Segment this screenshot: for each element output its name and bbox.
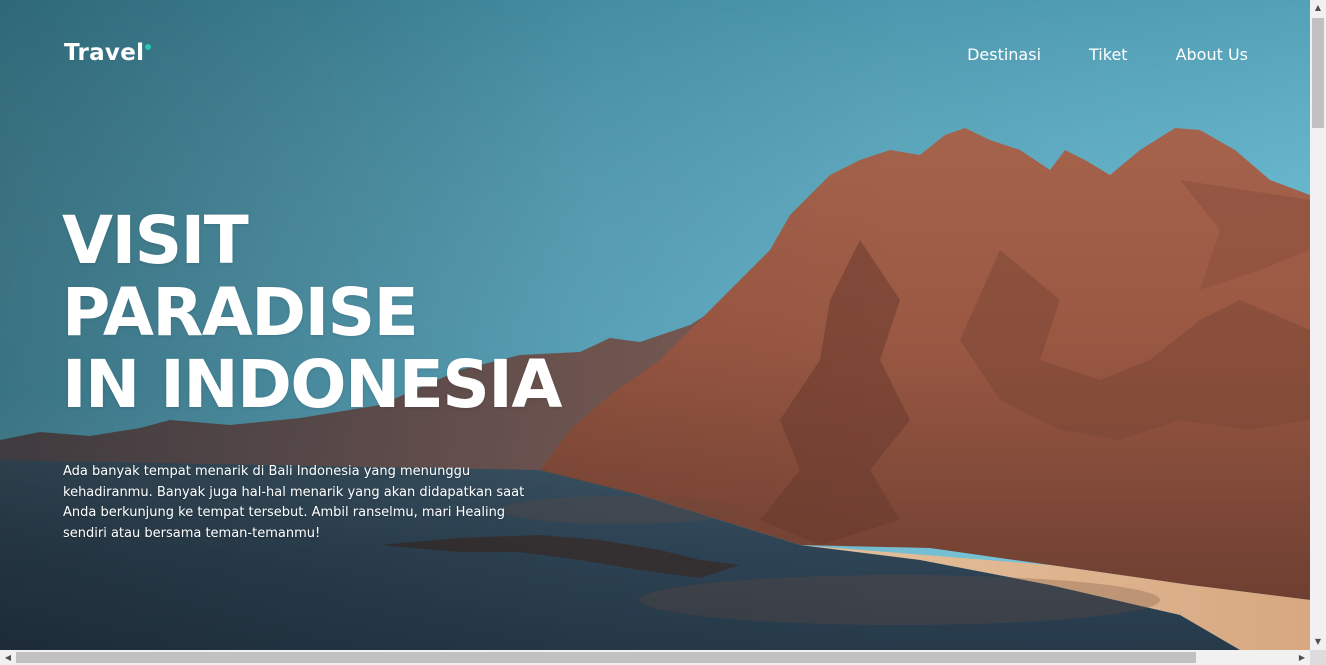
top-navbar: Travel Destinasi Tiket About Us: [0, 0, 1310, 110]
scrollbar-corner: [1310, 650, 1326, 665]
arrow-left-icon[interactable]: ◀: [0, 650, 16, 665]
hero-headline-line-2: PARADISE: [62, 274, 419, 351]
nav-link-tiket[interactable]: Tiket: [1089, 45, 1128, 64]
horizontal-scrollbar[interactable]: ◀ ▶: [0, 650, 1310, 665]
page-viewport: Travel Destinasi Tiket About Us VISIT PA…: [0, 0, 1310, 650]
logo-accent-dot: [145, 44, 152, 50]
hero-headline: VISIT PARADISE IN INDONESIA: [62, 202, 562, 423]
vertical-scrollbar[interactable]: ▲ ▼: [1310, 0, 1326, 650]
arrow-down-icon[interactable]: ▼: [1310, 634, 1326, 650]
horizontal-scroll-thumb[interactable]: [16, 652, 1196, 663]
main-nav: Destinasi Tiket About Us: [967, 45, 1248, 64]
brand-logo[interactable]: Travel: [64, 40, 152, 66]
arrow-right-icon[interactable]: ▶: [1294, 650, 1310, 665]
hero-description: Ada banyak tempat menarik di Bali Indone…: [63, 464, 525, 541]
arrow-up-icon[interactable]: ▲: [1310, 0, 1326, 16]
brand-logo-text: Travel: [64, 40, 145, 66]
hero-headline-line-3: IN INDONESIA: [62, 346, 562, 423]
nav-link-about-us[interactable]: About Us: [1176, 45, 1248, 64]
hero-headline-line-1: VISIT: [62, 202, 249, 279]
vertical-scroll-thumb[interactable]: [1312, 18, 1324, 128]
nav-link-destinasi[interactable]: Destinasi: [967, 45, 1041, 64]
